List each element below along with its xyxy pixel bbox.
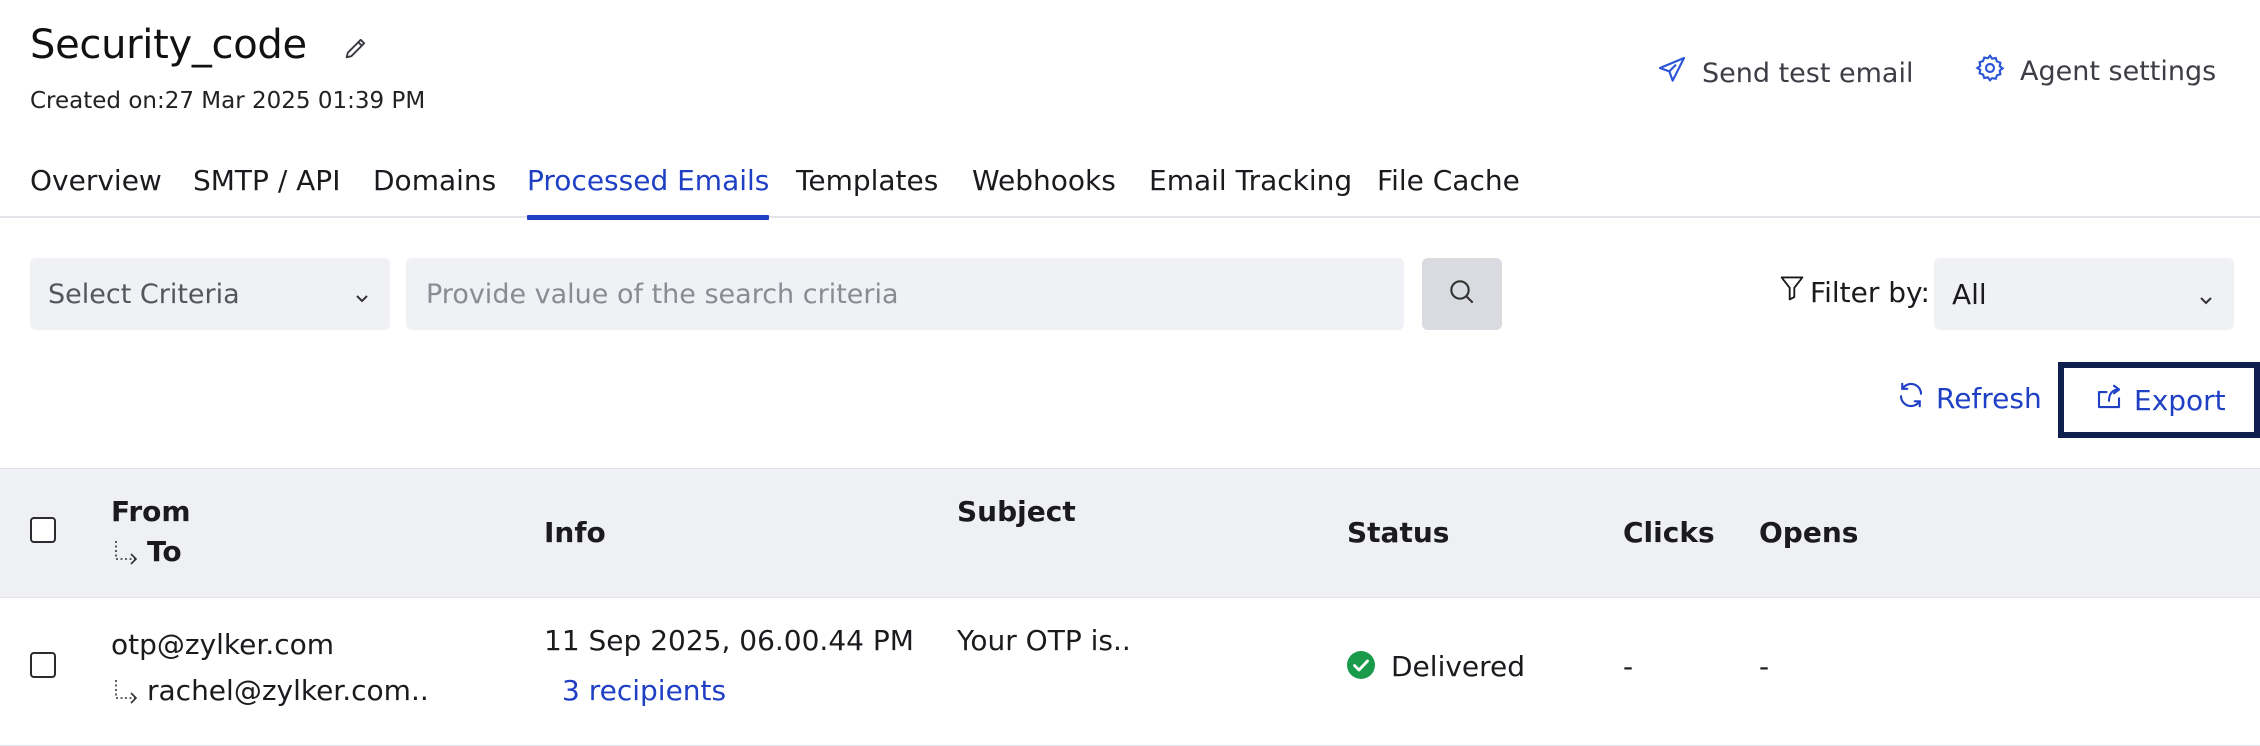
column-header-from: From	[111, 495, 191, 528]
status-text: Delivered	[1391, 650, 1526, 683]
filter-value: All	[1952, 277, 1987, 311]
clicks-value: -	[1623, 650, 1634, 683]
check-circle-icon	[1346, 650, 1376, 680]
select-criteria-dropdown[interactable]: Select Criteria	[30, 258, 390, 330]
chevron-down-icon	[352, 284, 372, 304]
search-input[interactable]	[406, 258, 1404, 330]
page-title: Security_code	[30, 22, 307, 68]
paper-plane-icon	[1656, 54, 1688, 93]
to-label: To	[147, 535, 182, 568]
opens-value: -	[1759, 650, 1770, 683]
select-criteria-label: Select Criteria	[48, 278, 240, 310]
tab-bar: Overview SMTP / API Domains Processed Em…	[0, 160, 2260, 220]
reply-arrow-icon	[111, 538, 141, 568]
export-icon	[2094, 382, 2124, 419]
to-email: rachel@zylker.com..	[111, 674, 429, 707]
tab-email-tracking[interactable]: Email Tracking	[1149, 164, 1352, 218]
column-header-status: Status	[1347, 516, 1450, 549]
select-all-checkbox[interactable]	[30, 517, 56, 543]
created-on-text: Created on:27 Mar 2025 01:39 PM	[30, 88, 426, 114]
column-header-to: To	[111, 535, 182, 568]
filter-by-text: Filter by:	[1810, 276, 1930, 309]
refresh-label: Refresh	[1936, 382, 2042, 415]
filter-by-label: Filter by:	[1778, 274, 1930, 311]
from-email: otp@zylker.com	[111, 628, 335, 661]
column-header-info: Info	[544, 516, 606, 549]
column-header-opens: Opens	[1759, 516, 1859, 549]
agent-settings-button[interactable]: Agent settings	[1974, 52, 2216, 91]
table-header: From To Info Subject Status Clicks Opens	[0, 468, 2260, 598]
tab-templates[interactable]: Templates	[796, 164, 938, 218]
filter-dropdown[interactable]: All	[1934, 258, 2234, 330]
subject-text: Your OTP is..	[957, 624, 1131, 657]
table-row[interactable]: otp@zylker.com rachel@zylker.com.. 11 Se…	[0, 598, 2260, 746]
export-label: Export	[2134, 383, 2226, 417]
agent-settings-label: Agent settings	[2020, 56, 2217, 87]
refresh-button[interactable]: Refresh	[1896, 380, 2042, 417]
tab-webhooks[interactable]: Webhooks	[972, 164, 1116, 218]
column-header-subject: Subject	[957, 495, 1076, 528]
row-checkbox[interactable]	[30, 652, 56, 678]
tab-overview[interactable]: Overview	[30, 164, 162, 218]
send-test-email-button[interactable]: Send test email	[1656, 54, 1913, 93]
reply-arrow-icon	[111, 677, 141, 707]
sent-date: 11 Sep 2025, 06.00.44 PM	[544, 624, 914, 657]
send-test-email-label: Send test email	[1702, 58, 1914, 89]
search-button[interactable]	[1422, 258, 1502, 330]
tab-domains[interactable]: Domains	[373, 164, 496, 218]
refresh-icon	[1896, 380, 1926, 417]
gear-icon	[1974, 52, 2006, 91]
export-button[interactable]: Export	[2058, 362, 2260, 438]
column-header-clicks: Clicks	[1623, 516, 1715, 549]
to-email-text: rachel@zylker.com..	[147, 674, 429, 707]
edit-pencil-icon[interactable]	[342, 34, 370, 62]
recipients-link[interactable]: 3 recipients	[562, 674, 726, 707]
search-icon	[1446, 276, 1478, 312]
tab-smtp-api[interactable]: SMTP / API	[193, 164, 340, 218]
tab-file-cache[interactable]: File Cache	[1377, 164, 1520, 218]
filter-funnel-icon	[1778, 274, 1806, 311]
tab-processed-emails[interactable]: Processed Emails	[527, 164, 770, 220]
chevron-down-icon	[2196, 284, 2216, 305]
